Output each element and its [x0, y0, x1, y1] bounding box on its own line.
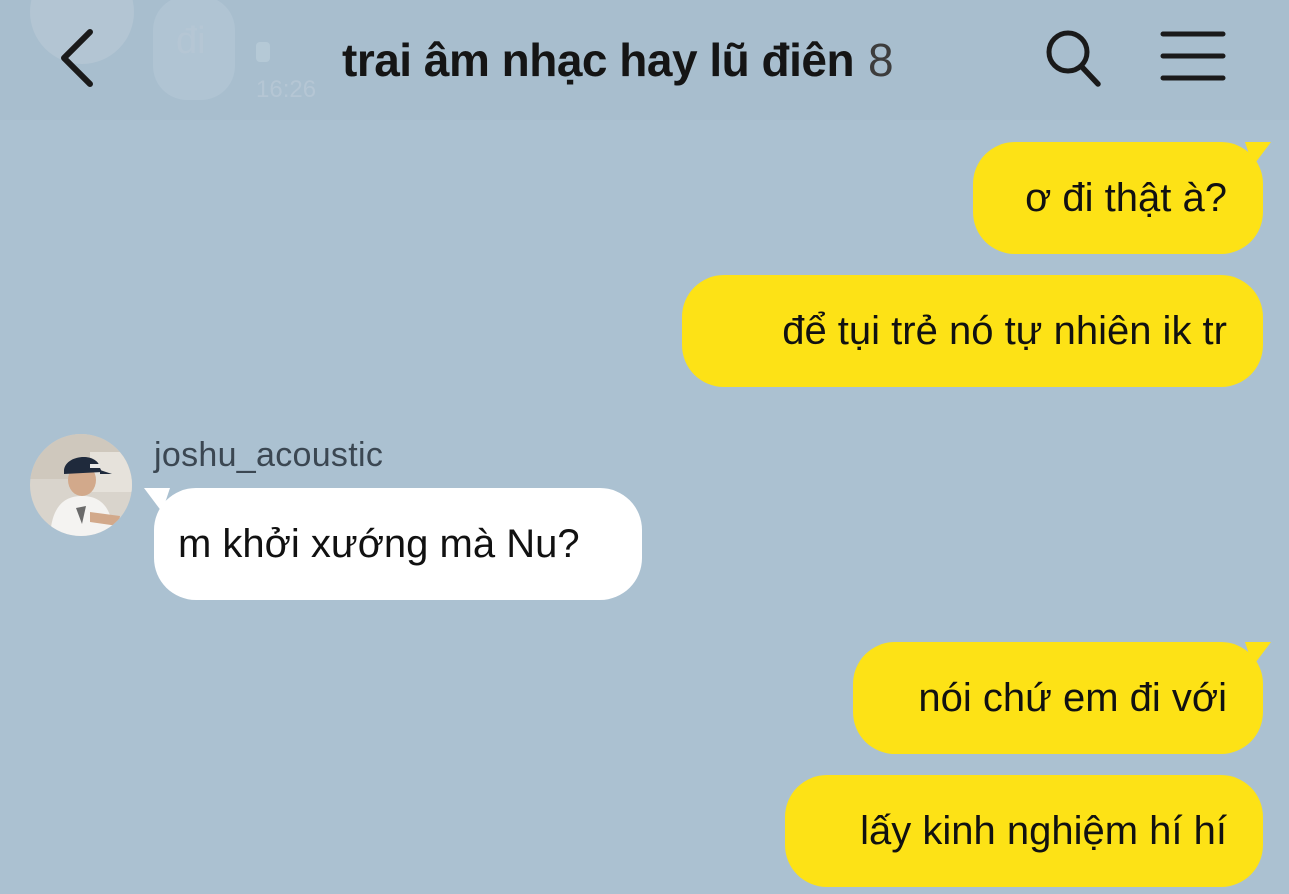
my-message-bubble[interactable]: lấy kinh nghiệm hí hí [785, 775, 1263, 887]
menu-button[interactable] [1158, 26, 1228, 86]
my-message-bubble[interactable]: nói chứ em đi với [853, 642, 1271, 754]
bubble-tail [144, 488, 170, 512]
message-text: lấy kinh nghiệm hí hí [860, 809, 1227, 853]
bubble-tail [1245, 142, 1271, 166]
message-text: m khởi xướng mà Nu? [178, 522, 580, 566]
avatar-photo [30, 434, 132, 536]
hamburger-menu-icon [1160, 31, 1226, 81]
chat-title: trai âm nhạc hay lũ điên 8 [342, 30, 894, 90]
message-text: để tụi trẻ nó tự nhiên ik tr [782, 309, 1227, 353]
bubble-tail [1245, 642, 1271, 666]
ghost-message-time: 16:26 [256, 76, 317, 103]
my-message-bubble[interactable]: ơ đi thật à? [973, 142, 1271, 254]
back-chevron-icon [61, 29, 93, 87]
sender-name: joshu_acoustic [154, 436, 384, 474]
ghost-unread-indicator [256, 42, 270, 62]
ghost-message-text: đi [176, 20, 206, 62]
sender-avatar[interactable] [30, 434, 132, 536]
message-text: nói chứ em đi với [918, 676, 1227, 720]
chat-header: đi 16:26 trai âm nhạc hay lũ điên 8 [0, 0, 1289, 120]
back-button[interactable] [52, 22, 108, 94]
search-button[interactable] [1042, 26, 1104, 90]
member-count: 8 [868, 34, 894, 86]
chat-title-text: trai âm nhạc hay lũ điên [342, 34, 855, 86]
message-text: ơ đi thật à? [1025, 176, 1227, 220]
my-message-bubble[interactable]: để tụi trẻ nó tự nhiên ik tr [682, 275, 1263, 387]
search-icon [1046, 30, 1101, 87]
their-message-bubble[interactable]: m khởi xướng mà Nu? [144, 488, 642, 600]
